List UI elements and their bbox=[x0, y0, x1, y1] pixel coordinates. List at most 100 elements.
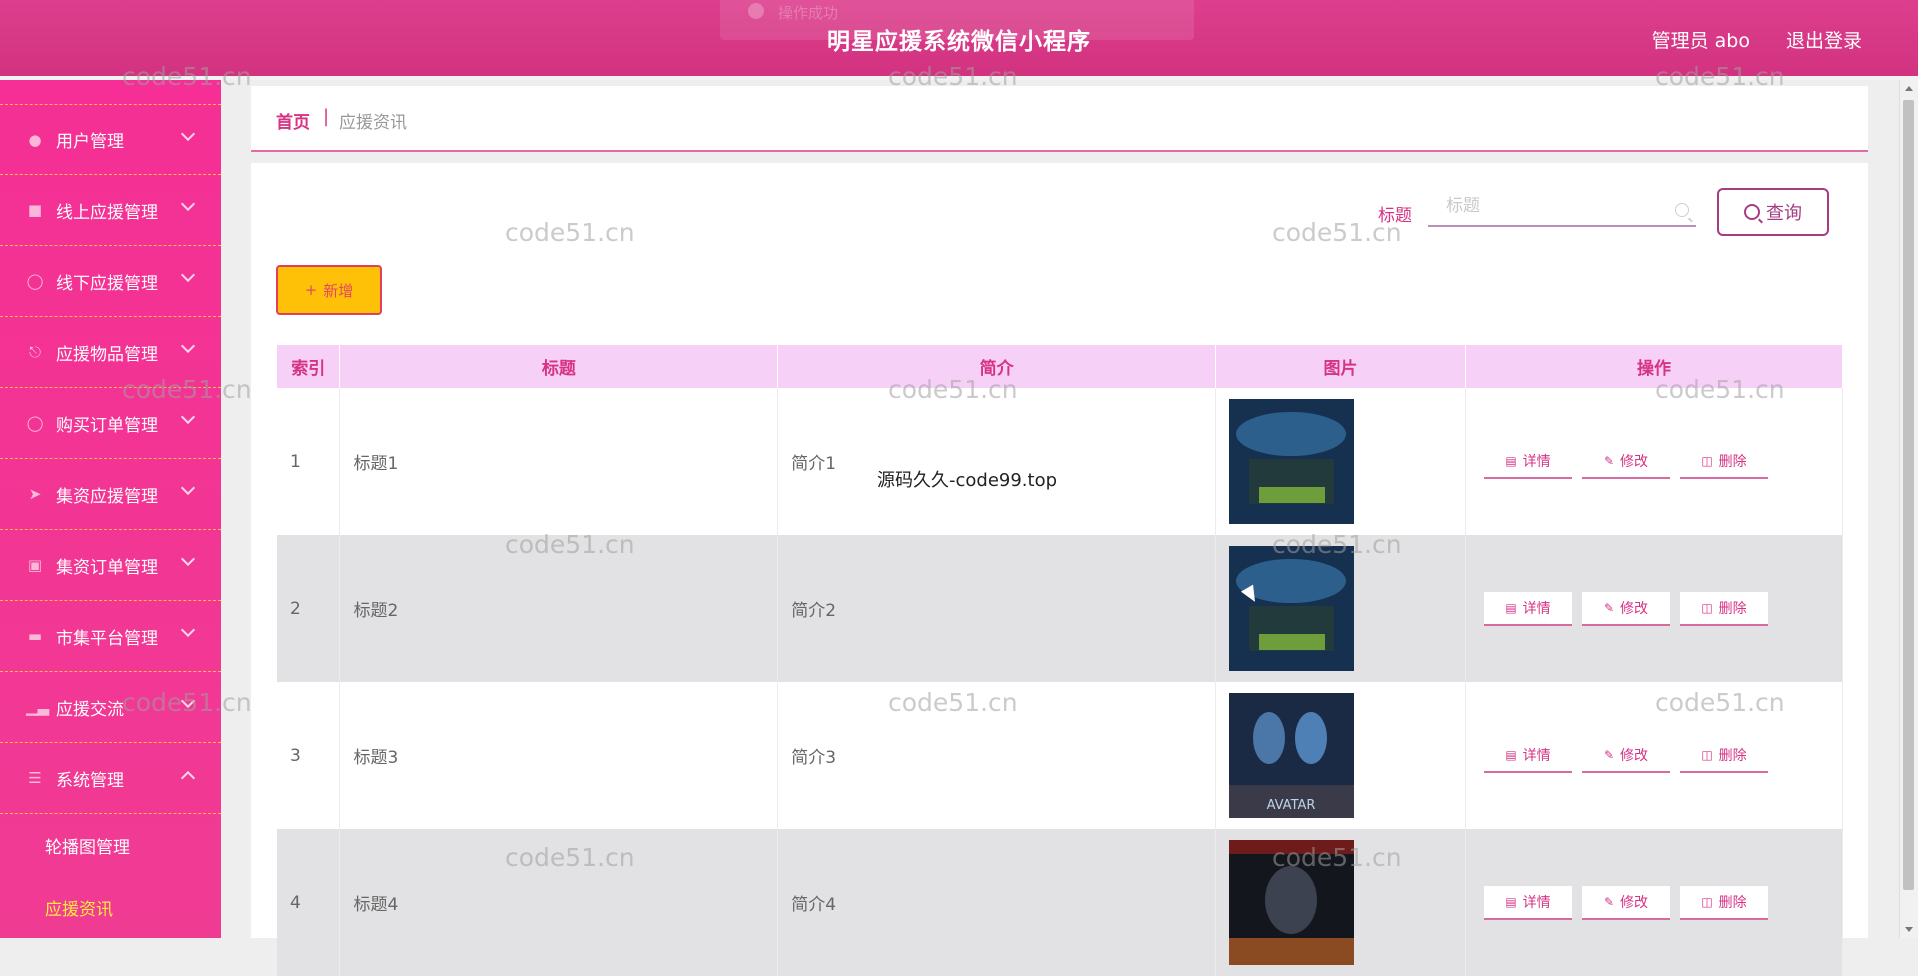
breadcrumb-current: 应援资讯 bbox=[339, 113, 407, 133]
document-icon: ▤ bbox=[1505, 747, 1517, 762]
chevron-down-icon bbox=[180, 196, 196, 212]
cell-image: AVATAR bbox=[1215, 682, 1466, 829]
chevron-down-icon bbox=[180, 267, 196, 283]
cell-index: 2 bbox=[277, 535, 341, 682]
title-search-input[interactable] bbox=[1428, 187, 1696, 227]
cell-intro: 简介3 bbox=[777, 682, 1217, 829]
detail-label: 详情 bbox=[1522, 894, 1551, 911]
sidebar-item-market-platform[interactable]: ▬ 市集平台管理 bbox=[0, 601, 221, 672]
breadcrumb-home[interactable]: 首页 bbox=[276, 108, 310, 133]
table-row: 2 标题2 简介2 ▤ 详情 ✎ 修改 ◫ 删除 bbox=[277, 535, 1843, 682]
chevron-down-icon bbox=[180, 693, 196, 709]
sidebar-item-label: 线上应援管理 bbox=[56, 202, 158, 223]
sidebar-item-purchase-orders[interactable]: ◯ 购买订单管理 bbox=[0, 388, 221, 459]
search-label: 标题 bbox=[1378, 206, 1412, 226]
search-icon bbox=[1744, 204, 1760, 220]
scrollbar-thumb[interactable] bbox=[1903, 100, 1914, 890]
poster-image[interactable] bbox=[1229, 546, 1355, 671]
pencil-icon: ✎ bbox=[1603, 453, 1615, 468]
detail-button[interactable]: ▤ 详情 bbox=[1484, 444, 1572, 479]
sidebar-subitem-support-news[interactable]: 应援资讯 bbox=[0, 876, 221, 938]
plus-icon: + bbox=[304, 281, 318, 299]
chevron-down-icon bbox=[180, 551, 196, 567]
scroll-up-arrow-icon[interactable] bbox=[1905, 86, 1913, 91]
edit-button[interactable]: ✎ 修改 bbox=[1582, 591, 1670, 626]
overlay-watermark-text: 源码久久-code99.top bbox=[875, 466, 1060, 492]
chevron-down-icon bbox=[180, 126, 196, 142]
main-panel: 标题 查询 + 新增 索引 标题 简介 图片 操作 1 标题1 简介1 bbox=[251, 163, 1868, 976]
cell-title: 标题4 bbox=[339, 829, 779, 976]
edit-button[interactable]: ✎ 修改 bbox=[1582, 444, 1670, 479]
cell-actions: ▤ 详情 ✎ 修改 ◫ 删除 bbox=[1465, 535, 1843, 682]
breadcrumb: 首页 | 应援资讯 bbox=[251, 86, 1868, 152]
page-scrollbar[interactable] bbox=[1899, 80, 1918, 938]
cell-image bbox=[1215, 535, 1466, 682]
toast-message: 操作成功 bbox=[778, 4, 839, 22]
breadcrumb-separator: | bbox=[323, 106, 330, 127]
delete-button[interactable]: ◫ 删除 bbox=[1680, 738, 1768, 773]
sidebar: ● 用户管理 ■ 线上应援管理 ◯ 线下应援管理 ⎋ 应援物品管理 ◯ 购买订单… bbox=[0, 80, 221, 938]
detail-label: 详情 bbox=[1522, 747, 1551, 764]
avatar-poster-text: AVATAR bbox=[1267, 798, 1316, 813]
query-button[interactable]: 查询 bbox=[1717, 188, 1829, 236]
top-header: 操作成功 明星应援系统微信小程序 管理员 abo 退出登录 bbox=[0, 0, 1918, 80]
sidebar-item-offline-support[interactable]: ◯ 线下应援管理 bbox=[0, 246, 221, 317]
detail-button[interactable]: ▤ 详情 bbox=[1484, 885, 1572, 920]
detail-label: 详情 bbox=[1522, 600, 1551, 617]
sidebar-item-system-management[interactable]: ☰ 系统管理 bbox=[0, 743, 221, 814]
cell-index: 3 bbox=[277, 682, 341, 829]
cell-intro: 简介2 bbox=[777, 535, 1217, 682]
column-header: 操作 bbox=[1465, 345, 1843, 388]
sidebar-item-support-exchange[interactable]: ▁▃ 应援交流 bbox=[0, 672, 221, 743]
sidebar-item-support-goods[interactable]: ⎋ 应援物品管理 bbox=[0, 317, 221, 388]
news-table: 索引 标题 简介 图片 操作 1 标题1 简介1 ▤ 详情 ✎ 修改 ◫ 删除 … bbox=[277, 345, 1843, 976]
user-icon: ● bbox=[28, 130, 42, 149]
poster-image[interactable] bbox=[1229, 399, 1355, 524]
sidebar-item-label: 应援物品管理 bbox=[56, 344, 158, 365]
app-title: 明星应援系统微信小程序 bbox=[827, 29, 1091, 55]
sidebar-item-label: 市集平台管理 bbox=[56, 628, 158, 649]
sidebar-item-user-management[interactable]: ● 用户管理 bbox=[0, 104, 221, 175]
compass-icon: ◯ bbox=[26, 272, 44, 290]
search-icon bbox=[1675, 203, 1689, 217]
detail-button[interactable]: ▤ 详情 bbox=[1484, 591, 1572, 626]
poster-image[interactable] bbox=[1229, 840, 1355, 965]
pencil-icon: ✎ bbox=[1603, 747, 1615, 762]
column-header: 索引 bbox=[277, 345, 341, 388]
sidebar-item-fundraising-support[interactable]: ➤ 集资应援管理 bbox=[0, 459, 221, 530]
chart-box-icon: ▣ bbox=[27, 556, 43, 574]
edit-label: 修改 bbox=[1620, 453, 1649, 470]
detail-button[interactable]: ▤ 详情 bbox=[1484, 738, 1572, 773]
pencil-icon: ✎ bbox=[1603, 894, 1615, 909]
cell-intro: 简介4 bbox=[777, 829, 1217, 976]
sidebar-item-label: 用户管理 bbox=[56, 132, 124, 152]
sidebar-item-online-support[interactable]: ■ 线上应援管理 bbox=[0, 175, 221, 246]
logout-link[interactable]: 退出登录 bbox=[1786, 26, 1862, 53]
table-header-row: 索引 标题 简介 图片 操作 bbox=[277, 345, 1843, 388]
add-button-label: 新增 bbox=[323, 281, 354, 300]
bar-chart-icon: ▁▃ bbox=[26, 698, 50, 716]
sidebar-item-label: 集资应援管理 bbox=[56, 486, 158, 507]
success-check-icon bbox=[748, 3, 764, 19]
chevron-up-icon bbox=[180, 770, 196, 786]
delete-button[interactable]: ◫ 删除 bbox=[1680, 591, 1768, 626]
column-header: 标题 bbox=[339, 345, 779, 388]
column-header: 简介 bbox=[777, 345, 1217, 388]
scroll-down-arrow-icon[interactable] bbox=[1905, 927, 1913, 932]
cell-intro: 简介1 bbox=[777, 388, 1217, 535]
document-icon: ▤ bbox=[1505, 600, 1517, 615]
cell-title: 标题2 bbox=[339, 535, 779, 682]
delete-button[interactable]: ◫ 删除 bbox=[1680, 885, 1768, 920]
chevron-down-icon bbox=[180, 338, 196, 354]
query-button-label: 查询 bbox=[1766, 203, 1802, 224]
sidebar-subitem-carousel[interactable]: 轮播图管理 bbox=[0, 814, 221, 876]
edit-button[interactable]: ✎ 修改 bbox=[1582, 885, 1670, 920]
poster-image[interactable]: AVATAR bbox=[1229, 693, 1355, 818]
edit-button[interactable]: ✎ 修改 bbox=[1582, 738, 1670, 773]
sidebar-item-fundraising-orders[interactable]: ▣ 集资订单管理 bbox=[0, 530, 221, 601]
sidebar-item-label: 线下应援管理 bbox=[56, 273, 158, 294]
chevron-down-icon bbox=[180, 622, 196, 638]
delete-button[interactable]: ◫ 删除 bbox=[1680, 444, 1768, 479]
add-button[interactable]: + 新增 bbox=[276, 265, 382, 315]
menu-icon: ☰ bbox=[28, 769, 42, 787]
